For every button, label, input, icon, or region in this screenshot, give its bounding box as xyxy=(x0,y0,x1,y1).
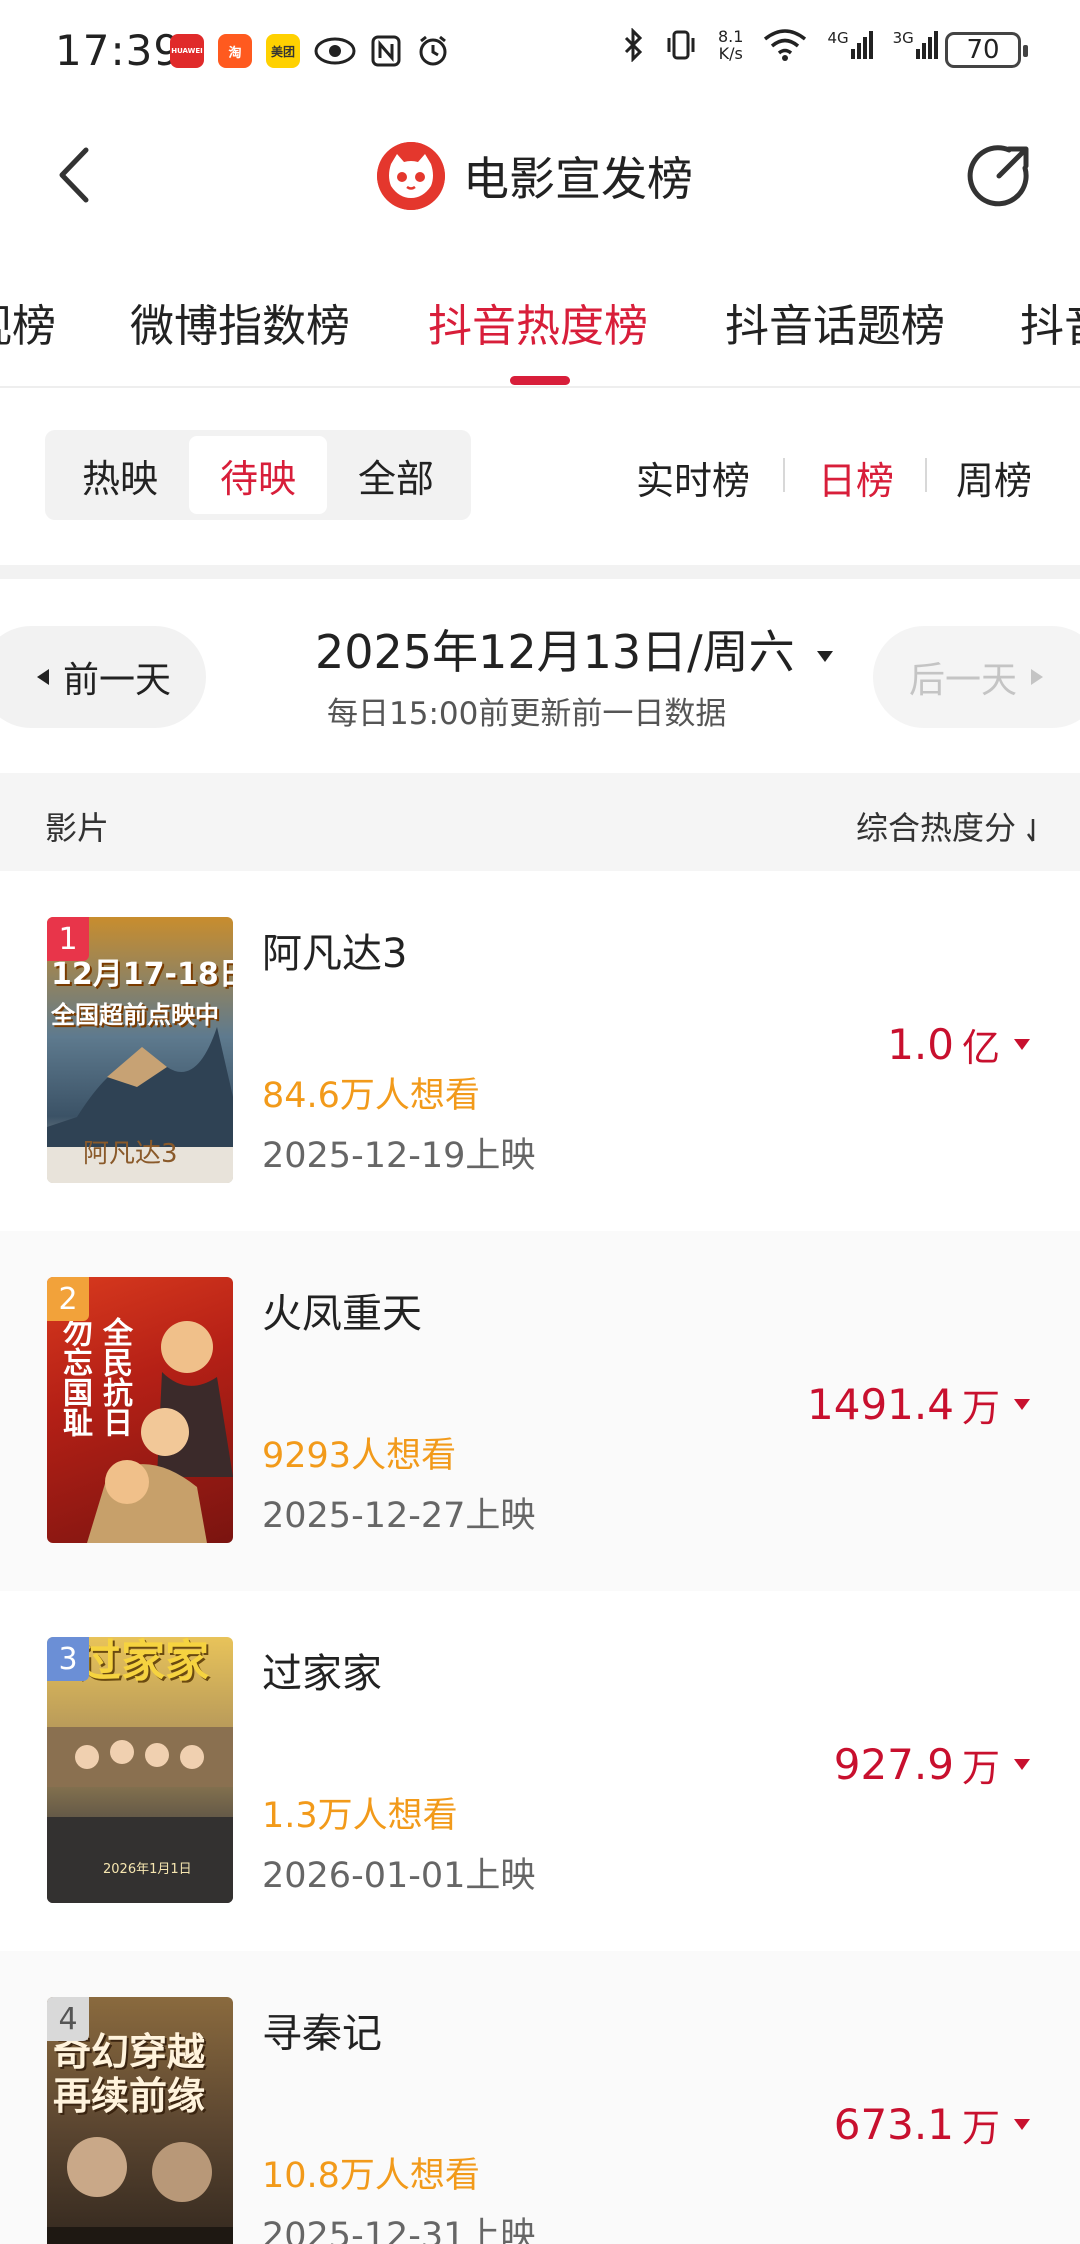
movie-row[interactable]: 12月17-18日 全国超前点映中 阿凡达3 1 阿凡达3 84.6万人想看 2… xyxy=(0,871,1080,1231)
movie-title: 阿凡达3 xyxy=(262,931,408,977)
next-day-label: 后一天 xyxy=(909,660,1018,701)
movie-title: 寻秦记 xyxy=(262,2011,382,2057)
title-group: 电影宣发榜 xyxy=(377,142,693,210)
range-daily[interactable]: 日榜 xyxy=(818,450,894,505)
alarm-icon xyxy=(419,35,447,66)
movie-poster: 奇幻穿越 再续前缘 4 xyxy=(47,1997,233,2244)
column-heat-score[interactable]: 综合热度分 xyxy=(856,803,1040,849)
tab-douyin-heat[interactable]: 抖音热度榜 xyxy=(428,290,648,354)
ranking-tabs: 视榜 微博指数榜 抖音热度榜 抖音话题榜 抖音 xyxy=(0,270,1080,388)
heat-score: 1.0 亿 xyxy=(887,1017,1030,1072)
wish-count: 84.6万人想看 xyxy=(262,1076,480,1116)
vibrate-icon xyxy=(667,30,695,60)
movie-row[interactable]: 全民抗日 勿忘国耻 2 火凤重天 9293人想看 2025-12-27上映 14… xyxy=(0,1231,1080,1591)
tab-weibo-index[interactable]: 微博指数榜 xyxy=(130,290,350,354)
date-label: 2025年12月13日/周六 xyxy=(315,625,795,679)
range-separator xyxy=(783,458,785,492)
huawei-app-icon: HUAWEI xyxy=(170,34,204,68)
prev-day-button[interactable]: 前一天 xyxy=(0,626,206,728)
tab-douyin-topic[interactable]: 抖音话题榜 xyxy=(725,290,945,354)
heat-score: 927.9 万 xyxy=(834,1737,1030,1792)
maoyan-cat-logo-icon xyxy=(377,142,445,210)
active-tab-indicator xyxy=(510,376,570,385)
status-bar: 17:39 HUAWEI 淘 美团 8.1 K/s 4G 3G 70 xyxy=(0,0,1080,100)
segment-upcoming[interactable]: 待映 xyxy=(189,436,327,514)
segment-now-showing[interactable]: 热映 xyxy=(51,436,189,514)
rank-badge: 1 xyxy=(47,917,89,961)
caret-down-icon xyxy=(817,650,834,662)
section-divider xyxy=(0,565,1080,579)
bluetooth-icon xyxy=(624,28,643,62)
column-movie: 影片 xyxy=(45,809,110,847)
release-date: 2025-12-31上映 xyxy=(262,2216,536,2244)
rank-badge: 3 xyxy=(47,1637,89,1681)
page-title: 电影宣发榜 xyxy=(463,152,693,206)
trend-down-icon xyxy=(1014,1039,1030,1050)
tab-douyin-more[interactable]: 抖音 xyxy=(1020,290,1080,354)
wifi-icon xyxy=(764,29,807,61)
trend-down-icon xyxy=(1014,1759,1030,1770)
update-note: 每日15:00前更新前一日数据 xyxy=(327,696,727,732)
release-date: 2026-01-01上映 xyxy=(262,1856,536,1896)
release-date: 2025-12-27上映 xyxy=(262,1496,536,1536)
rank-badge: 4 xyxy=(47,1997,89,2041)
movie-title: 火凤重天 xyxy=(262,1291,422,1337)
eye-icon xyxy=(314,37,356,65)
status-time: 17:39 xyxy=(55,26,182,75)
signal-3g-icon: 3G xyxy=(893,31,938,59)
taobao-app-icon: 淘 xyxy=(218,34,252,68)
date-selector[interactable]: 2025年12月13日/周六 xyxy=(315,616,835,682)
tab-video-chart[interactable]: 视榜 xyxy=(0,290,56,354)
movie-row[interactable]: 奇幻穿越 再续前缘 4 寻秦记 10.8万人想看 2025-12-31上映 67… xyxy=(0,1951,1080,2244)
status-right-icons: 8.1 K/s 4G 3G xyxy=(622,28,938,62)
prev-day-label: 前一天 xyxy=(62,660,171,701)
meituan-app-icon: 美团 xyxy=(266,34,300,68)
caret-left-icon xyxy=(36,669,49,685)
trend-down-icon xyxy=(1014,2119,1030,2130)
list-header: 影片 综合热度分 xyxy=(0,773,1080,871)
wish-count: 1.3万人想看 xyxy=(262,1796,458,1836)
movie-poster: 全民抗日 勿忘国耻 2 xyxy=(47,1277,233,1543)
back-button[interactable] xyxy=(48,140,108,210)
nfc-icon xyxy=(371,35,401,67)
status-segmented-control: 热映 待映 全部 xyxy=(45,430,471,520)
movie-row[interactable]: 过家家 2026年1月1日 3 过家家 1.3万人想看 2026-01-01上映… xyxy=(0,1591,1080,1951)
trend-down-icon xyxy=(1014,1399,1030,1410)
status-app-icons: HUAWEI 淘 美团 xyxy=(170,34,450,68)
segment-all[interactable]: 全部 xyxy=(327,436,465,514)
share-icon[interactable] xyxy=(965,142,1033,210)
rank-badge: 2 xyxy=(47,1277,89,1321)
sort-icon xyxy=(1027,819,1035,842)
app-header: 电影宣发榜 xyxy=(0,110,1080,240)
movie-poster: 过家家 2026年1月1日 3 xyxy=(47,1637,233,1903)
caret-right-icon xyxy=(1031,669,1044,685)
heat-score: 1491.4 万 xyxy=(807,1377,1030,1432)
range-realtime[interactable]: 实时榜 xyxy=(636,450,750,505)
range-weekly[interactable]: 周榜 xyxy=(956,450,1032,505)
movie-title: 过家家 xyxy=(262,1651,382,1697)
release-date: 2025-12-19上映 xyxy=(262,1136,536,1176)
wish-count: 9293人想看 xyxy=(262,1436,457,1476)
wish-count: 10.8万人想看 xyxy=(262,2156,480,2196)
net-speed: 8.1 K/s xyxy=(718,27,744,63)
movie-poster: 12月17-18日 全国超前点映中 阿凡达3 1 xyxy=(47,917,233,1183)
signal-4g-icon: 4G xyxy=(827,31,873,59)
next-day-button[interactable]: 后一天 xyxy=(873,626,1080,728)
battery-indicator: 70 xyxy=(945,32,1028,68)
heat-score: 673.1 万 xyxy=(834,2097,1030,2152)
range-separator xyxy=(925,458,927,492)
